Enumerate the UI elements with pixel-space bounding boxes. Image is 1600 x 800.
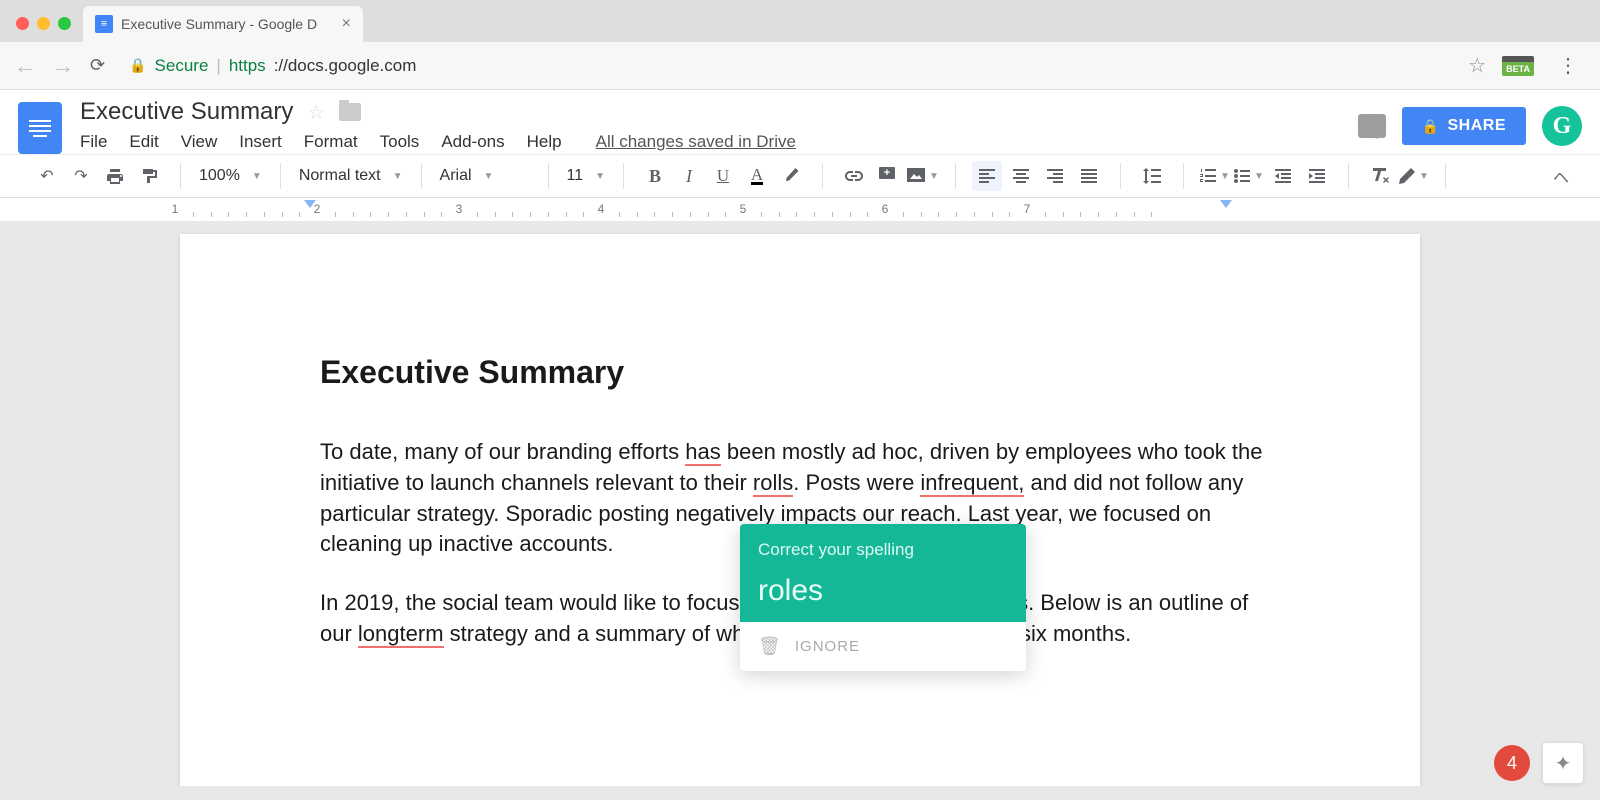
menu-help[interactable]: Help [527,132,562,152]
browser-tab[interactable]: ≡ Executive Summary - Google D × [83,6,363,42]
editing-mode-button[interactable]: ▼ [1399,161,1429,191]
suggested-word: roles [758,574,1008,608]
window-controls[interactable] [10,17,83,42]
error-has[interactable]: has [685,439,720,466]
bold-button[interactable]: B [640,161,670,191]
star-document-button[interactable]: ☆ [307,100,325,125]
underline-button[interactable]: U [708,161,738,191]
ruler-mark: 5 [740,202,747,216]
ruler-mark: 2 [314,202,321,216]
lock-icon: 🔒 [129,57,146,74]
ruler-mark: 6 [882,202,889,216]
extension-badge[interactable]: BETA [1502,56,1534,76]
docs-home-button[interactable] [18,102,62,154]
maximize-window-button[interactable] [58,17,71,30]
forward-button[interactable]: → [52,53,74,79]
comments-button[interactable] [1358,114,1386,138]
error-rolls[interactable]: rolls [753,470,793,497]
link-button[interactable] [839,161,869,191]
document-page[interactable]: Executive Summary To date, many of our b… [180,234,1420,786]
secure-label: Secure [155,56,209,76]
menu-addons[interactable]: Add-ons [441,132,504,152]
increase-indent-button[interactable] [1302,161,1332,191]
align-center-button[interactable] [1006,161,1036,191]
address-bar[interactable]: 🔒 Secure | https://docs.google.com [121,56,1452,76]
url-scheme: https [229,56,266,76]
toolbar: ↶ ↷ 100%▼ Normal text▼ Arial▼ 11▼ B I U … [0,154,1600,198]
numbered-list-button[interactable]: ▼ [1200,161,1230,191]
lock-icon: 🔒 [1422,118,1440,135]
font-size-select[interactable]: 11▼ [557,167,616,185]
explore-button[interactable]: ✦ [1542,742,1584,784]
paint-format-button[interactable] [134,161,164,191]
menu-view[interactable]: View [181,132,218,152]
grammarly-suggestion[interactable]: Correct your spelling roles [740,524,1026,622]
undo-button[interactable]: ↶ [32,161,62,191]
docs-favicon: ≡ [95,15,113,33]
collapse-toolbar-button[interactable]: ヘ [1546,161,1576,191]
redo-button[interactable]: ↷ [66,161,96,191]
move-folder-button[interactable] [339,103,361,121]
ruler-mark: 3 [456,202,463,216]
ignore-button[interactable]: IGNORE [795,638,860,655]
svg-text:+: + [884,167,890,179]
clear-formatting-button[interactable] [1365,161,1395,191]
line-spacing-button[interactable] [1137,161,1167,191]
highlight-button[interactable] [776,161,806,191]
style-select[interactable]: Normal text▼ [289,167,413,185]
ruler[interactable]: 1 2 3 4 5 6 7 [0,198,1600,222]
ruler-mark: 7 [1024,202,1031,216]
reload-button[interactable]: ⟳ [90,55,105,76]
share-label: SHARE [1447,117,1506,135]
back-button[interactable]: ← [14,53,36,79]
minimize-window-button[interactable] [37,17,50,30]
error-count-badge[interactable]: 4 [1494,745,1530,781]
zoom-select[interactable]: 100%▼ [189,167,272,185]
print-button[interactable] [100,161,130,191]
trash-icon[interactable]: 🗑 [758,636,781,657]
share-button[interactable]: 🔒 SHARE [1402,107,1526,145]
comment-button[interactable]: + [873,161,903,191]
ruler-mark: 1 [172,202,179,216]
grammarly-popup: Correct your spelling roles 🗑 IGNORE [740,524,1026,671]
decrease-indent-button[interactable] [1268,161,1298,191]
menu-tools[interactable]: Tools [380,132,420,152]
menu-insert[interactable]: Insert [239,132,282,152]
error-longterm[interactable]: longterm [358,621,444,648]
italic-button[interactable]: I [674,161,704,191]
align-justify-button[interactable] [1074,161,1104,191]
align-right-button[interactable] [1040,161,1070,191]
image-button[interactable]: ▼ [907,161,939,191]
close-window-button[interactable] [16,17,29,30]
ruler-mark: 4 [598,202,605,216]
menu-edit[interactable]: Edit [129,132,158,152]
menu-bar: File Edit View Insert Format Tools Add-o… [80,132,1358,152]
text-color-button[interactable]: A [742,161,772,191]
save-status[interactable]: All changes saved in Drive [596,132,796,152]
close-tab-button[interactable]: × [342,15,351,33]
align-left-button[interactable] [972,161,1002,191]
menu-file[interactable]: File [80,132,107,152]
bulleted-list-button[interactable]: ▼ [1234,161,1264,191]
font-select[interactable]: Arial▼ [430,167,540,185]
error-infrequent[interactable]: infrequent, [920,470,1024,497]
grammarly-button[interactable]: G [1542,106,1582,146]
menu-format[interactable]: Format [304,132,358,152]
document-heading[interactable]: Executive Summary [320,354,1280,391]
tab-title: Executive Summary - Google D [121,16,317,32]
popup-title: Correct your spelling [758,540,1008,560]
url-host: ://docs.google.com [274,56,417,76]
document-title[interactable]: Executive Summary [80,98,293,126]
right-indent-marker[interactable] [1220,200,1232,208]
bookmark-button[interactable]: ☆ [1468,53,1486,78]
chrome-menu-button[interactable]: ⋮ [1550,53,1586,78]
